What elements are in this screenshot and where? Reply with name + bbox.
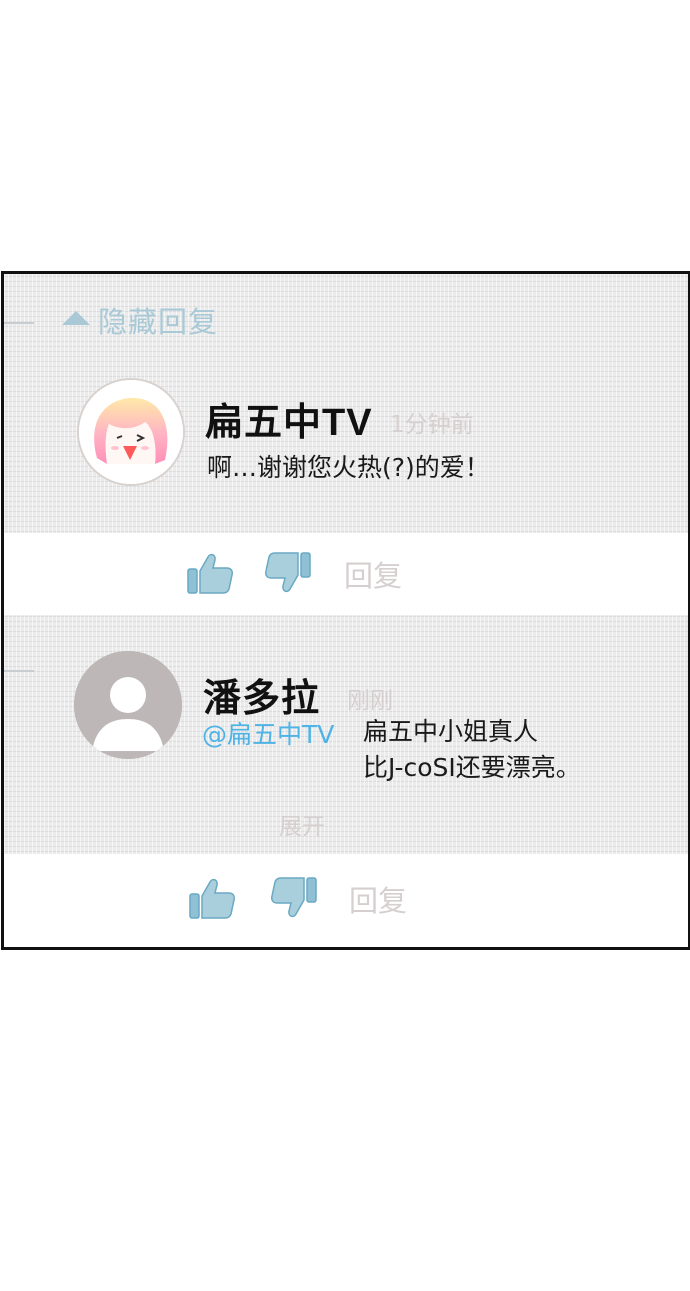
expand-button[interactable]: 展开 [279,807,325,841]
comment-thread-panel: 隐藏回复 扁五中TV 1分钟前 啊…谢谢您火热(?)的爱！ 回复 潘多拉 刚刚 … [1,271,690,950]
collapse-triangle-icon [62,311,90,325]
thread-line [4,670,34,672]
comment-text: 啊…谢谢您火热(?)的爱！ [207,453,490,482]
comment-text-line: 扁五中小姐真人 [363,717,539,746]
like-button[interactable] [186,872,238,924]
comment-text-line: 比J-coSI还要漂亮。 [363,753,581,782]
thumbs-down-icon [265,552,311,593]
hide-replies-button[interactable]: 隐藏回复 [62,300,218,340]
dislike-button[interactable] [268,872,320,924]
thread-line [4,322,34,324]
reply-button[interactable]: 回复 [344,553,402,595]
thumbs-up-icon [187,553,233,594]
comment-time: 1分钟前 [390,412,474,438]
avatar[interactable] [74,651,182,759]
mention-link[interactable]: @扁五中TV [202,715,334,751]
pink-haired-girl-avatar-icon [79,380,183,484]
comment-author[interactable]: 扁五中TV [205,391,373,446]
thumbs-up-icon [189,878,235,919]
comment-author[interactable]: 潘多拉 [203,667,320,722]
comment-time: 刚刚 [347,688,393,714]
comment-actions: 回复 [4,533,688,615]
dislike-button[interactable] [262,547,314,599]
default-user-icon [74,651,182,759]
like-button[interactable] [184,547,236,599]
hide-replies-label: 隐藏回复 [98,305,219,339]
thumbs-down-icon [271,877,317,918]
comment-actions: 回复 [4,854,688,947]
reply-button[interactable]: 回复 [349,878,407,920]
avatar[interactable] [77,378,185,486]
